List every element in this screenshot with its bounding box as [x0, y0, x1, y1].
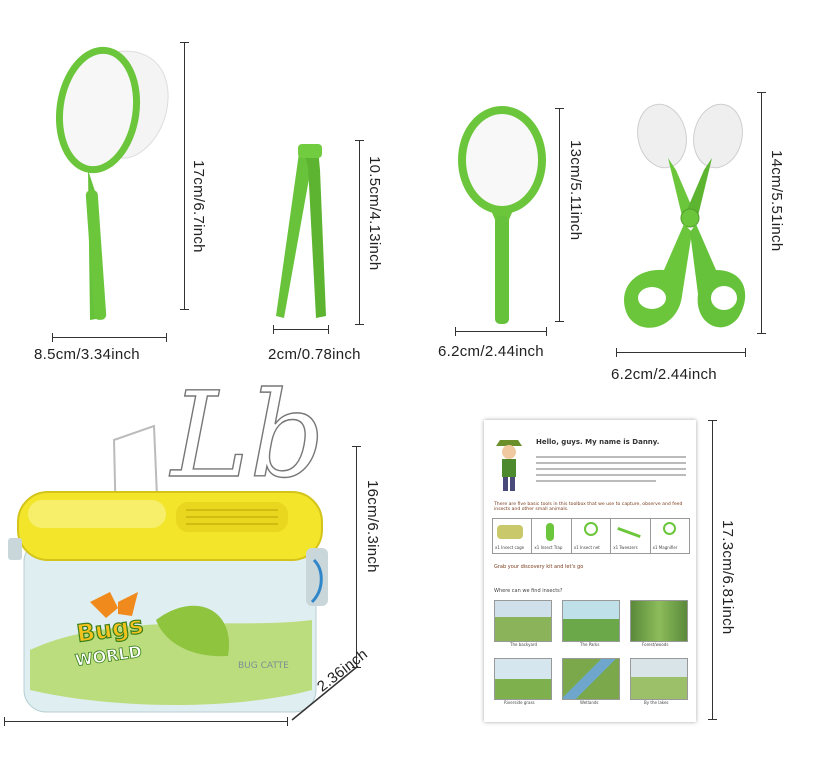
scene-parks [562, 600, 620, 642]
scene-lakes [630, 658, 688, 700]
magnifier-height-line [555, 108, 564, 322]
guide-prompt: Grab your discovery kit and let's go [494, 564, 584, 570]
scissors-height-line [757, 92, 766, 334]
scene-label-wetlands: Wetlands [580, 700, 599, 705]
tool-label-tweezers: x1 Tweezers [613, 545, 638, 550]
guide-height-line [708, 420, 717, 720]
box-height-line [352, 446, 361, 668]
scene-label-riverside: Riverside grass [504, 700, 535, 705]
guide-tools-intro: There are five basic tools in this toolb… [494, 502, 683, 512]
guide-heading: Hello, guys. My name is Danny. [536, 438, 660, 446]
scene-forest [630, 600, 688, 642]
scene-riverside [494, 658, 552, 700]
guide-tools-row: x1 Insect cage x1 Insect Trap x1 Insect … [492, 518, 690, 554]
scene-label-backyard: The backyard [510, 642, 538, 647]
tweezers-image [276, 144, 326, 318]
magnifier-image [458, 106, 546, 324]
scene-wetlands [562, 658, 620, 700]
tweezers-height-label: 10.5cm/4.13inch [366, 156, 383, 271]
box-width-line [4, 717, 288, 726]
box-height-label: 16cm/6.3inch [364, 480, 381, 573]
guide-height-label: 17.3cm/6.81inch [719, 520, 736, 635]
tool-label-cage: x1 Insect cage [495, 545, 525, 550]
magnifier-width-line [455, 327, 547, 336]
scene-label-parks: The Parks [580, 642, 600, 647]
guide-where: Where can we find insects? [494, 588, 563, 594]
scissors-width-label: 6.2cm/2.44inch [611, 366, 717, 383]
scene-label-forest: Forest/woods [642, 642, 669, 647]
tool-label-net: x1 Insect net [573, 545, 600, 550]
scissors-width-line [616, 348, 746, 357]
scene-backyard [494, 600, 552, 642]
svg-text:BUG CATTE: BUG CATTE [238, 661, 289, 671]
net-height-label: 17cm/6.7inch [190, 160, 207, 253]
net-height-line [180, 42, 189, 310]
tweezers-width-line [273, 325, 329, 334]
explorer-character-image [496, 440, 522, 491]
guide-intro-lines [536, 452, 686, 486]
scene-label-lakes: By the lakes [644, 700, 669, 705]
butterfly-net-image [55, 46, 169, 320]
tool-label-trap: x1 Insect Trap [534, 545, 563, 550]
scissors-height-label: 14cm/5.51inch [768, 150, 785, 252]
instruction-sheet: Hello, guys. My name is Danny. There are… [484, 420, 696, 722]
tweezers-height-line [355, 140, 364, 325]
magnifier-width-label: 6.2cm/2.44inch [438, 343, 544, 360]
magnifier-height-label: 13cm/5.11inch [567, 140, 584, 241]
tool-label-magnifier: x1 Magnifier [652, 545, 678, 550]
tweezers-width-label: 2cm/0.78inch [268, 346, 361, 363]
net-width-label: 8.5cm/3.34inch [34, 346, 140, 363]
scissor-trap-image [624, 103, 746, 328]
net-width-line [52, 333, 167, 342]
